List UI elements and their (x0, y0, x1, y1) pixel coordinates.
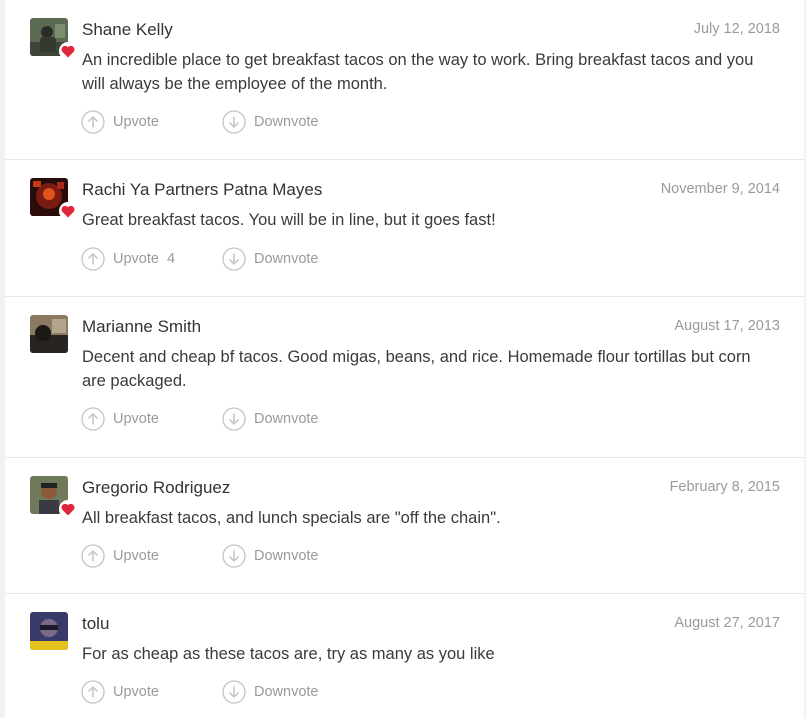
tips-list: Shane Kelly July 12, 2018 An incredible … (5, 0, 804, 718)
tip-date: February 8, 2015 (669, 479, 780, 495)
downvote-label: Downvote (254, 114, 319, 130)
upvote-label: Upvote (113, 114, 159, 130)
arrow-down-circle-icon (222, 680, 246, 704)
author-name[interactable]: Gregorio Rodriguez (82, 478, 230, 498)
downvote-label: Downvote (254, 684, 319, 700)
tip-date: July 12, 2018 (693, 21, 780, 37)
author-name[interactable]: Marianne Smith (82, 317, 201, 337)
tip-text: Decent and cheap bf tacos. Good migas, b… (82, 348, 751, 390)
downvote-label: Downvote (254, 411, 319, 427)
heart-icon (59, 42, 77, 60)
downvote-button[interactable]: Downvote (222, 247, 318, 271)
tip-item: Shane Kelly July 12, 2018 An incredible … (5, 0, 804, 160)
heart-icon (59, 500, 77, 518)
tip-text: Great breakfast tacos. You will be in li… (82, 211, 496, 229)
upvote-button[interactable]: Upvote 4 (81, 247, 222, 271)
tip-text: For as cheap as these tacos are, try as … (82, 645, 495, 663)
heart-icon (59, 202, 77, 220)
arrow-up-circle-icon (81, 247, 105, 271)
downvote-button[interactable]: Downvote (222, 407, 318, 431)
tip-text: An incredible place to get breakfast tac… (82, 51, 754, 93)
arrow-down-circle-icon (222, 110, 246, 134)
upvote-label: Upvote (113, 411, 159, 427)
arrow-up-circle-icon (81, 407, 105, 431)
upvote-label: Upvote (113, 684, 159, 700)
author-name[interactable]: Shane Kelly (82, 20, 173, 40)
downvote-label: Downvote (254, 548, 319, 564)
arrow-up-circle-icon (81, 680, 105, 704)
arrow-down-circle-icon (222, 544, 246, 568)
author-name[interactable]: Rachi Ya Partners Patna Mayes (82, 180, 322, 200)
avatar[interactable] (30, 612, 68, 650)
vote-controls: Upvote Downvote (81, 543, 318, 569)
downvote-button[interactable]: Downvote (222, 544, 318, 568)
tip-date: November 9, 2014 (660, 181, 780, 197)
downvote-label: Downvote (254, 251, 319, 267)
vote-controls: Upvote Downvote (81, 406, 318, 432)
arrow-down-circle-icon (222, 407, 246, 431)
upvote-label: Upvote (113, 251, 159, 267)
upvote-count: 4 (166, 251, 176, 267)
avatar[interactable] (30, 476, 77, 518)
upvote-button[interactable]: Upvote (81, 544, 222, 568)
tip-date: August 27, 2017 (674, 615, 780, 631)
arrow-down-circle-icon (222, 247, 246, 271)
upvote-button[interactable]: Upvote (81, 110, 222, 134)
downvote-button[interactable]: Downvote (222, 110, 318, 134)
author-name[interactable]: tolu (82, 614, 109, 634)
avatar[interactable] (30, 315, 68, 353)
tip-item: Gregorio Rodriguez February 8, 2015 All … (5, 458, 804, 594)
tip-date: August 17, 2013 (674, 318, 780, 334)
tip-item: Marianne Smith August 17, 2013 Decent an… (5, 297, 804, 458)
downvote-button[interactable]: Downvote (222, 680, 318, 704)
avatar[interactable] (30, 178, 77, 220)
upvote-button[interactable]: Upvote (81, 680, 222, 704)
tip-item: Rachi Ya Partners Patna Mayes November 9… (5, 160, 804, 297)
vote-controls: Upvote Downvote (81, 679, 318, 705)
avatar[interactable] (30, 18, 77, 60)
vote-controls: Upvote 4 Downvote (81, 246, 318, 272)
tip-item: tolu August 27, 2017 For as cheap as the… (5, 594, 804, 718)
tip-text: All breakfast tacos, and lunch specials … (82, 509, 501, 527)
arrow-up-circle-icon (81, 544, 105, 568)
upvote-button[interactable]: Upvote (81, 407, 222, 431)
arrow-up-circle-icon (81, 110, 105, 134)
upvote-label: Upvote (113, 548, 159, 564)
vote-controls: Upvote Downvote (81, 109, 318, 135)
